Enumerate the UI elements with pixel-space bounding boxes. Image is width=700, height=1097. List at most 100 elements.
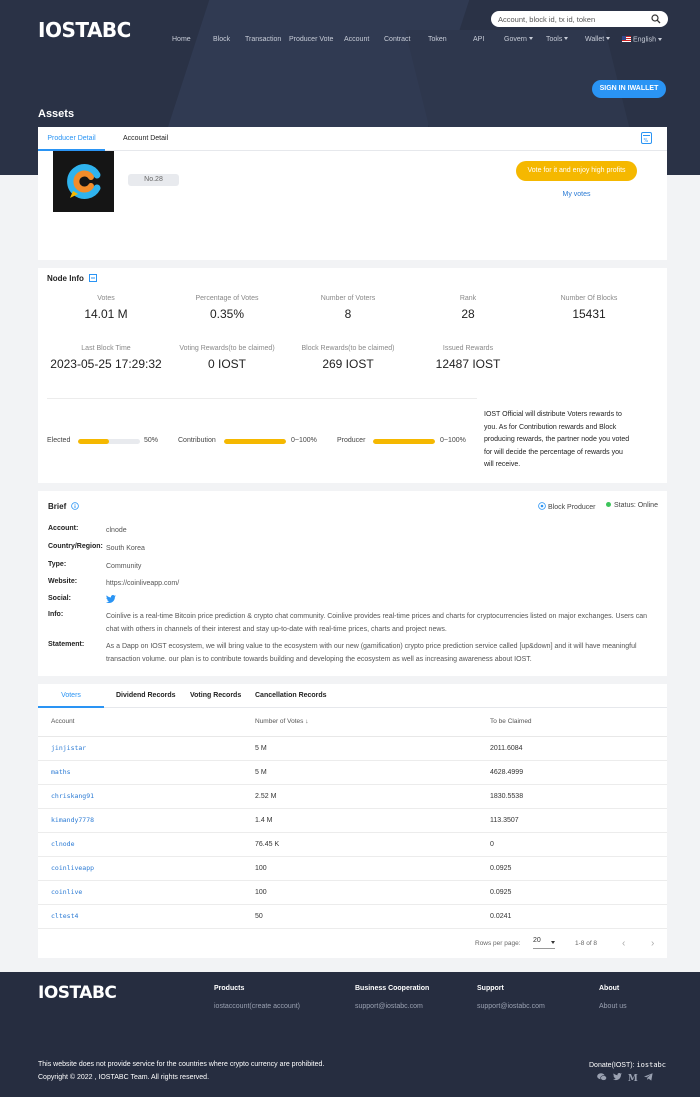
column-number-of-votes[interactable]: Number of Votes ↓ bbox=[255, 708, 490, 737]
voter-votes: 2.52 M bbox=[255, 784, 490, 809]
column-account: Account bbox=[38, 708, 255, 737]
info-box-icon[interactable] bbox=[89, 274, 98, 284]
social-links: M bbox=[593, 1073, 653, 1084]
language-selector[interactable]: English bbox=[622, 36, 662, 44]
telegram-icon[interactable] bbox=[643, 1073, 653, 1083]
status-badge: Status: Online bbox=[606, 502, 658, 509]
table-row: cltest4 50 0.0241 bbox=[38, 904, 667, 929]
prev-page-icon[interactable]: ‹ bbox=[622, 938, 625, 949]
producer-icon bbox=[538, 502, 546, 512]
elected-value: 50% bbox=[144, 437, 159, 444]
footer-products-link[interactable]: iostaccount(create account) bbox=[214, 1003, 300, 1010]
donate-info: Donate(IOST): iostabc bbox=[589, 1061, 666, 1069]
search-input[interactable] bbox=[498, 13, 648, 25]
nav-producer-vote[interactable]: Producer Vote bbox=[289, 36, 333, 43]
footer-support-heading: Support bbox=[477, 985, 504, 992]
nav-token[interactable]: Token bbox=[428, 36, 447, 43]
elected-progress-bar bbox=[78, 439, 140, 444]
sort-down-arrow-icon[interactable]: ↓ bbox=[305, 718, 308, 725]
calculator-icon[interactable]: % bbox=[641, 132, 652, 146]
twitter-icon[interactable] bbox=[106, 595, 118, 610]
next-page-icon[interactable]: › bbox=[651, 938, 654, 949]
voter-account[interactable]: coinliveapp bbox=[38, 856, 255, 881]
footer: IOSTABC Products iostaccount(create acco… bbox=[0, 972, 700, 1097]
twitter-icon[interactable] bbox=[613, 1073, 622, 1083]
footer-business-email[interactable]: support@iostabc.com bbox=[355, 1003, 423, 1010]
voter-claim: 2011.6084 bbox=[490, 736, 667, 761]
rows-per-page-label: Rows per page: bbox=[475, 940, 521, 947]
table-row: coinlive 100 0.0925 bbox=[38, 880, 667, 905]
voter-votes: 50 bbox=[255, 904, 490, 929]
table-row: kimandy7778 1.4 M 113.3507 bbox=[38, 808, 667, 833]
voter-claim: 1830.5538 bbox=[490, 784, 667, 809]
footer-about-link[interactable]: About us bbox=[599, 1003, 627, 1010]
nav-tools[interactable]: Tools bbox=[546, 36, 569, 43]
page-title: Assets bbox=[38, 108, 75, 120]
rank-badge: No.28 bbox=[128, 174, 179, 186]
table-header-row: Account Number of Votes ↓ To be Claimed bbox=[38, 708, 667, 737]
nav-account[interactable]: Account bbox=[344, 36, 369, 43]
node-info-title: Node Info bbox=[47, 274, 98, 284]
producer-progress-bar bbox=[373, 439, 435, 444]
voter-claim: 0.0241 bbox=[490, 904, 667, 929]
stat-votes: Votes 14.01 M bbox=[84, 295, 128, 321]
chevron-down-icon bbox=[528, 37, 533, 40]
nav-transaction[interactable]: Transaction bbox=[245, 36, 281, 43]
medium-icon[interactable]: M bbox=[628, 1074, 638, 1084]
search-icon[interactable] bbox=[651, 14, 661, 26]
block-producer-badge: Block Producer bbox=[538, 502, 595, 512]
voter-account[interactable]: kimandy7778 bbox=[38, 808, 255, 833]
nav-home[interactable]: Home bbox=[172, 36, 191, 43]
voter-votes: 100 bbox=[255, 880, 490, 905]
voter-votes: 5 M bbox=[255, 736, 490, 761]
voter-account[interactable]: clnode bbox=[38, 832, 255, 857]
footer-about-heading: About bbox=[599, 985, 620, 992]
sign-in-iwallet-button[interactable]: SIGN IN IWALLET bbox=[592, 80, 666, 98]
tab-cancellation-records[interactable]: Cancellation Records bbox=[255, 684, 327, 708]
voter-votes: 76.45 K bbox=[255, 832, 490, 857]
voter-claim: 0 bbox=[490, 832, 667, 857]
wechat-icon[interactable] bbox=[597, 1073, 607, 1083]
stat-last-block-time: Last Block Time 2023-05-25 17:29:32 bbox=[50, 345, 162, 371]
nav-api[interactable]: API bbox=[473, 36, 484, 43]
table-row: chriskang91 2.52 M 1830.5538 bbox=[38, 784, 667, 809]
tab-voters[interactable]: Voters bbox=[38, 684, 104, 708]
search-box[interactable] bbox=[491, 11, 668, 27]
website-link[interactable]: https://coinliveapp.com/ bbox=[106, 578, 661, 591]
producer-logo bbox=[53, 151, 114, 212]
nav-wallet[interactable]: Wallet bbox=[585, 36, 611, 43]
producer-label: Producer bbox=[337, 437, 366, 444]
nav-contract[interactable]: Contract bbox=[384, 36, 410, 43]
tab-producer-detail[interactable]: Producer Detail bbox=[38, 127, 105, 151]
nav-block[interactable]: Block bbox=[213, 36, 230, 43]
nav-govern[interactable]: Govern bbox=[504, 36, 533, 43]
tab-account-detail[interactable]: Account Detail bbox=[123, 127, 168, 151]
tab-dividend-records[interactable]: Dividend Records bbox=[116, 684, 176, 708]
info-icon[interactable] bbox=[71, 502, 80, 512]
stat-rank: Rank 28 bbox=[459, 295, 477, 321]
svg-text:%: % bbox=[644, 138, 649, 144]
voter-account[interactable]: chriskang91 bbox=[38, 784, 255, 809]
table-row: coinliveapp 100 0.0925 bbox=[38, 856, 667, 881]
stat-number-voters: Number of Voters 8 bbox=[320, 295, 376, 321]
contribution-label: Contribution bbox=[178, 437, 216, 444]
tab-voting-records[interactable]: Voting Records bbox=[190, 684, 241, 708]
stat-block-rewards: Block Rewards(to be claimed) 269 IOST bbox=[301, 345, 395, 371]
voter-account[interactable]: jinjistar bbox=[38, 736, 255, 761]
voters-table: Account Number of Votes ↓ To be Claimed … bbox=[38, 708, 667, 929]
table-row: jinjistar 5 M 2011.6084 bbox=[38, 736, 667, 761]
footer-logo[interactable]: IOSTABC bbox=[38, 983, 117, 1003]
chevron-down-icon bbox=[564, 37, 569, 40]
producer-card: Producer Detail Account Detail % No.28 V… bbox=[38, 127, 667, 260]
voter-account[interactable]: maths bbox=[38, 760, 255, 785]
vote-button[interactable]: Vote for it and enjoy high profits bbox=[516, 161, 637, 181]
rows-per-page-select[interactable]: 20 bbox=[533, 937, 555, 949]
footer-business-heading: Business Cooperation bbox=[355, 985, 430, 992]
voter-account[interactable]: coinlive bbox=[38, 880, 255, 905]
voter-votes: 100 bbox=[255, 856, 490, 881]
brief-title: Brief bbox=[48, 502, 80, 512]
footer-copyright: Copyright © 2022 , IOSTABC Team. All rig… bbox=[38, 1074, 210, 1081]
footer-support-email[interactable]: support@iostabc.com bbox=[477, 1003, 545, 1010]
my-votes-link[interactable]: My votes bbox=[516, 191, 637, 198]
voter-account[interactable]: cltest4 bbox=[38, 904, 255, 929]
